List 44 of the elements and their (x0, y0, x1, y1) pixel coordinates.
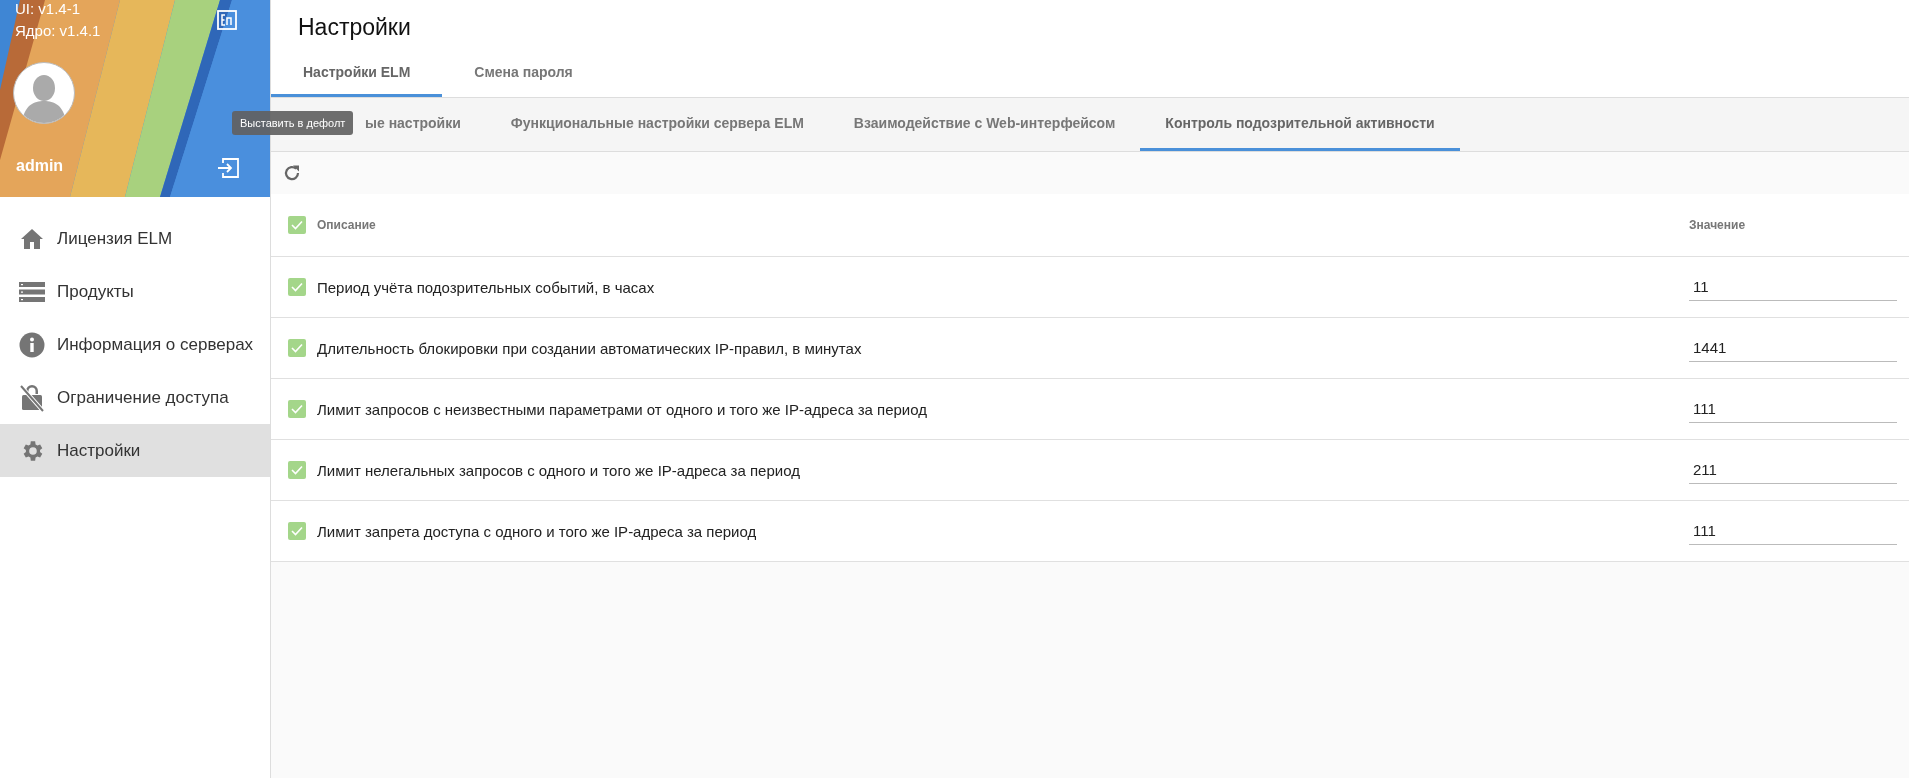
tab[interactable]: Смена пароля (442, 50, 605, 97)
server-list-icon (19, 280, 45, 303)
tab[interactable]: ые настройки (355, 98, 486, 151)
checkbox[interactable] (288, 522, 306, 540)
checkmark-icon (291, 343, 303, 353)
menu-item[interactable]: Настройки (0, 424, 270, 477)
core-version: Ядро: v1.4.1 (15, 22, 101, 39)
info-icon (19, 331, 45, 358)
checkmark-icon (291, 465, 303, 475)
page-title: Настройки (297, 13, 412, 42)
column-header: Описание (317, 218, 377, 232)
checkmark-icon (291, 404, 303, 414)
setting-description: Лимит запрета доступа с одного и того же IP-адреса за период (317, 522, 758, 540)
lock-off-icon (20, 383, 44, 412)
tab[interactable]: Взаимодействие с Web-интерфейсом (828, 98, 1141, 151)
checkmark-icon (291, 526, 303, 536)
refresh-icon[interactable] (283, 164, 301, 182)
user-name: admin (16, 157, 64, 175)
value-field[interactable]: 11 (1689, 273, 1897, 301)
menu-item[interactable]: Информация о серверах (0, 318, 270, 371)
tooltip: Выставить в дефолт (232, 111, 354, 135)
setting-description: Лимит нелегальных запросов с одного и того же IP-адреса за период (317, 461, 801, 479)
checkmark-icon (291, 220, 303, 230)
checkbox[interactable] (288, 461, 306, 479)
value-field[interactable]: 1441 (1689, 334, 1897, 362)
value-field[interactable]: 111 (1689, 517, 1897, 545)
home-icon (20, 227, 44, 250)
tab[interactable]: Функциональные настройки сервера ELM (485, 98, 829, 151)
setting-description: Длительность блокировки при создании автоматических IP-правил, в минутах (317, 339, 863, 357)
checkmark-icon (291, 282, 303, 292)
menu-item[interactable]: Лицензия ELM (0, 212, 270, 265)
setting-description: Лимит запросов с неизвестными параметрами от одного и того же IP-адреса за период (317, 400, 928, 418)
value-field[interactable]: 211 (1689, 456, 1897, 484)
language-icon[interactable] (217, 10, 237, 30)
checkbox[interactable] (288, 400, 306, 418)
logout-icon[interactable] (217, 158, 239, 178)
value-field[interactable]: 111 (1689, 395, 1897, 423)
checkbox[interactable] (288, 339, 306, 357)
checkbox[interactable] (288, 216, 306, 234)
menu-item[interactable]: Ограничение доступа (0, 371, 270, 424)
menu-item[interactable]: Продукты (0, 265, 270, 318)
checkbox[interactable] (288, 278, 306, 296)
setting-description: Период учёта подозрительных событий, в часах (317, 278, 656, 296)
column-header: Значение (1689, 218, 1747, 232)
